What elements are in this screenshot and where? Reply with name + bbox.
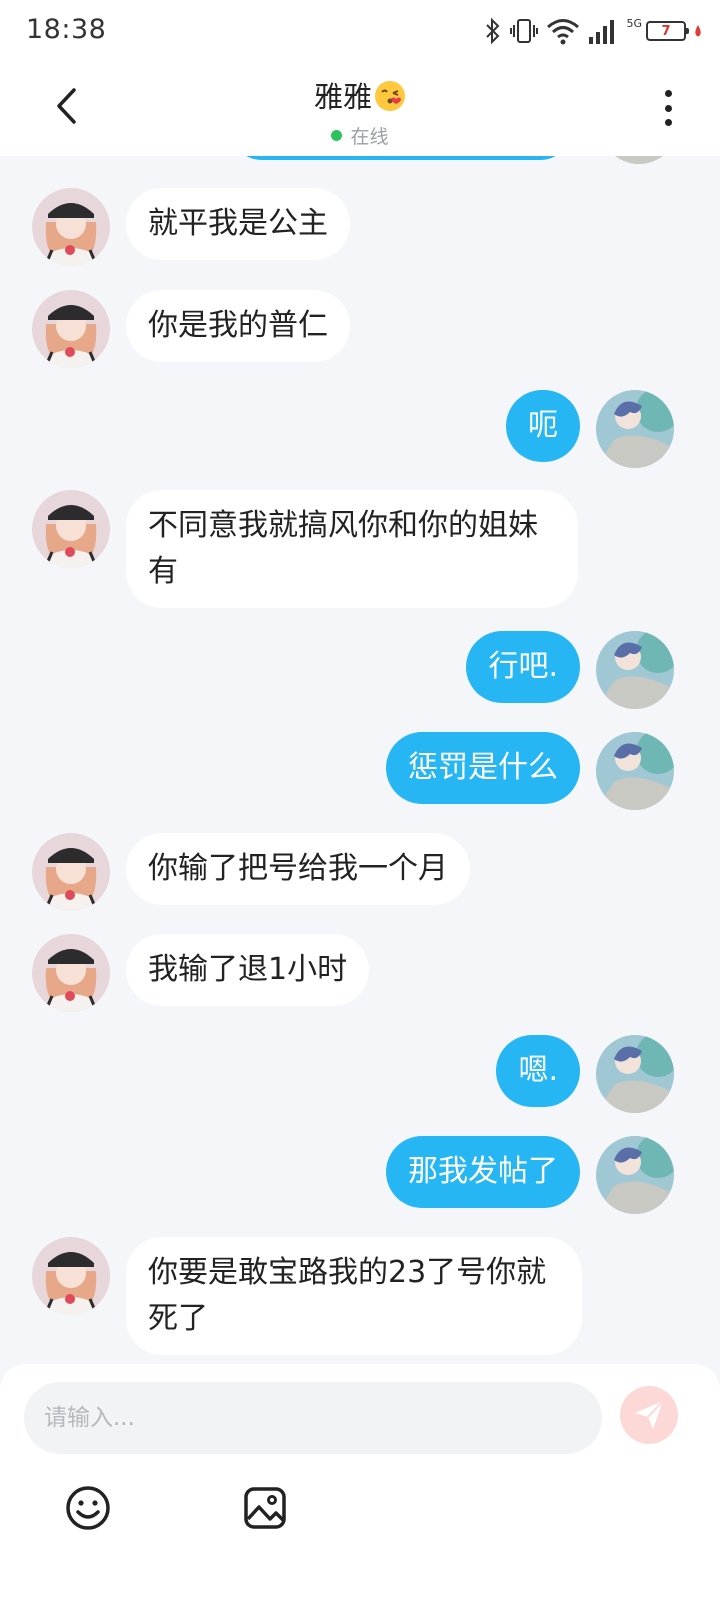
emoji-icon xyxy=(66,1486,110,1530)
message-bubble[interactable]: 你是我的普仁 xyxy=(126,290,350,362)
network-type: 5G xyxy=(626,16,642,30)
contact-avatar[interactable] xyxy=(32,490,110,568)
previous-message-bubble xyxy=(230,156,572,160)
vibrate-icon xyxy=(510,17,539,45)
image-button[interactable] xyxy=(239,1482,291,1534)
contact-name: 雅雅 xyxy=(313,80,372,114)
my-avatar[interactable] xyxy=(596,732,674,810)
message-bubble[interactable]: 那我发帖了 xyxy=(386,1136,580,1208)
message-input-box[interactable] xyxy=(24,1382,602,1454)
battery-level: 7 xyxy=(661,23,671,39)
message-input[interactable] xyxy=(42,1404,584,1432)
message-bubble[interactable]: 不同意我就搞风你和你的姐妹有 xyxy=(126,490,578,608)
chat-header: 雅雅 在线 xyxy=(0,62,720,156)
wifi-icon xyxy=(546,17,580,45)
message-bubble[interactable]: 呃 xyxy=(506,390,580,462)
contact-title: 雅雅 xyxy=(0,74,720,116)
more-vertical-icon xyxy=(664,90,672,97)
message-list[interactable]: 就平我是公主 你是我的普仁 呃 不同意我就搞风你和你的姐妹有 行吧. 惩罚是什么… xyxy=(0,156,720,1364)
emoji-button[interactable] xyxy=(62,1482,114,1534)
charging-drop-icon xyxy=(694,24,702,38)
contact-avatar[interactable] xyxy=(32,934,110,1012)
message-bubble[interactable]: 就平我是公主 xyxy=(126,188,350,260)
my-avatar[interactable] xyxy=(596,1035,674,1113)
my-avatar[interactable] xyxy=(596,1136,674,1214)
bluetooth-icon xyxy=(484,17,502,45)
status-bar: 18:38 5G 7 xyxy=(0,0,720,62)
contact-avatar[interactable] xyxy=(32,290,110,368)
kissing-face-emoji xyxy=(374,80,406,112)
message-bubble[interactable]: 行吧. xyxy=(466,631,580,703)
status-time: 18:38 xyxy=(26,14,107,45)
online-status: 在线 xyxy=(0,122,720,149)
status-icons: 5G 7 xyxy=(484,16,702,46)
contact-avatar[interactable] xyxy=(32,833,110,911)
online-dot-icon xyxy=(331,130,343,141)
message-bubble[interactable]: 惩罚是什么 xyxy=(386,732,580,804)
message-bubble[interactable]: 你要是敢宝路我的23了号你就死了 xyxy=(126,1237,582,1355)
online-status-text: 在线 xyxy=(350,126,389,148)
my-avatar[interactable] xyxy=(596,390,674,468)
image-icon xyxy=(244,1487,286,1529)
message-bubble[interactable]: 你输了把号给我一个月 xyxy=(126,833,470,905)
message-bubble[interactable]: 我输了退1小时 xyxy=(126,934,370,1006)
my-avatar[interactable] xyxy=(600,156,678,164)
message-bubble[interactable]: 嗯. xyxy=(496,1035,580,1107)
contact-avatar[interactable] xyxy=(32,1237,110,1315)
send-icon xyxy=(635,1400,664,1429)
more-options-button[interactable] xyxy=(656,86,680,130)
battery-icon: 7 xyxy=(646,21,689,41)
title-area: 雅雅 在线 xyxy=(0,74,720,149)
contact-avatar[interactable] xyxy=(32,188,110,266)
composer xyxy=(0,1364,720,1600)
signal-icon xyxy=(588,17,618,45)
my-avatar[interactable] xyxy=(596,631,674,709)
send-button[interactable] xyxy=(620,1386,678,1444)
